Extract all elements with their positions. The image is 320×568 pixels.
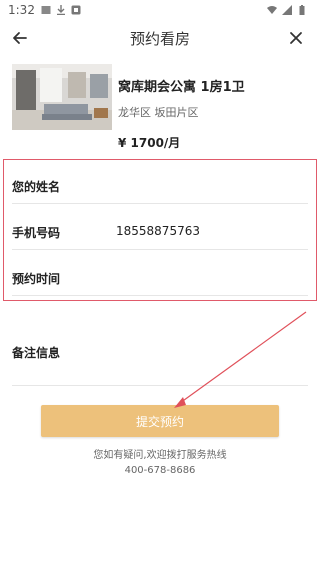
download-icon: [56, 5, 65, 15]
hotline-number[interactable]: 400-678-8686: [0, 463, 320, 478]
phone-label: 手机号码: [12, 226, 61, 240]
status-bar: 1:32: [0, 0, 320, 20]
page-title: 预约看房: [129, 29, 190, 48]
name-label: 您的姓名: [12, 180, 61, 194]
wifi-icon: [267, 6, 277, 14]
name-input[interactable]: [116, 172, 306, 196]
listing-area: 龙华区 坂田片区: [118, 106, 199, 119]
listing-card[interactable]: 窝库期会公寓 1房1卫 龙华区 坂田片区 ¥ 1700/月: [12, 64, 312, 154]
submit-button[interactable]: 提交预约: [41, 405, 279, 437]
image-icon: [41, 6, 51, 14]
time-field[interactable]: 预约时间: [12, 256, 308, 296]
listing-photo: [12, 64, 112, 130]
remarks-label: 备注信息: [12, 346, 61, 360]
help-text: 您如有疑问,欢迎拨打服务热线 400-678-8686: [0, 448, 320, 478]
status-time: 1:32: [8, 3, 35, 17]
phone-field[interactable]: 手机号码 18558875763: [12, 210, 308, 250]
listing-name: 窝库期会公寓 1房1卫: [118, 80, 245, 95]
remarks-field[interactable]: 备注信息: [12, 336, 308, 386]
time-input[interactable]: [116, 264, 306, 288]
header: 预约看房: [0, 20, 320, 56]
battery-icon: [299, 5, 305, 15]
listing-price: ¥ 1700/月: [118, 136, 181, 150]
phone-input[interactable]: 18558875763: [116, 224, 200, 238]
signal-icon: [282, 5, 292, 15]
help-line: 您如有疑问,欢迎拨打服务热线: [93, 450, 227, 461]
time-label: 预约时间: [12, 272, 61, 286]
close-icon[interactable]: [286, 28, 306, 48]
notification-icon: [71, 5, 81, 15]
name-field[interactable]: 您的姓名: [12, 164, 308, 204]
back-arrow-icon[interactable]: [10, 28, 30, 48]
